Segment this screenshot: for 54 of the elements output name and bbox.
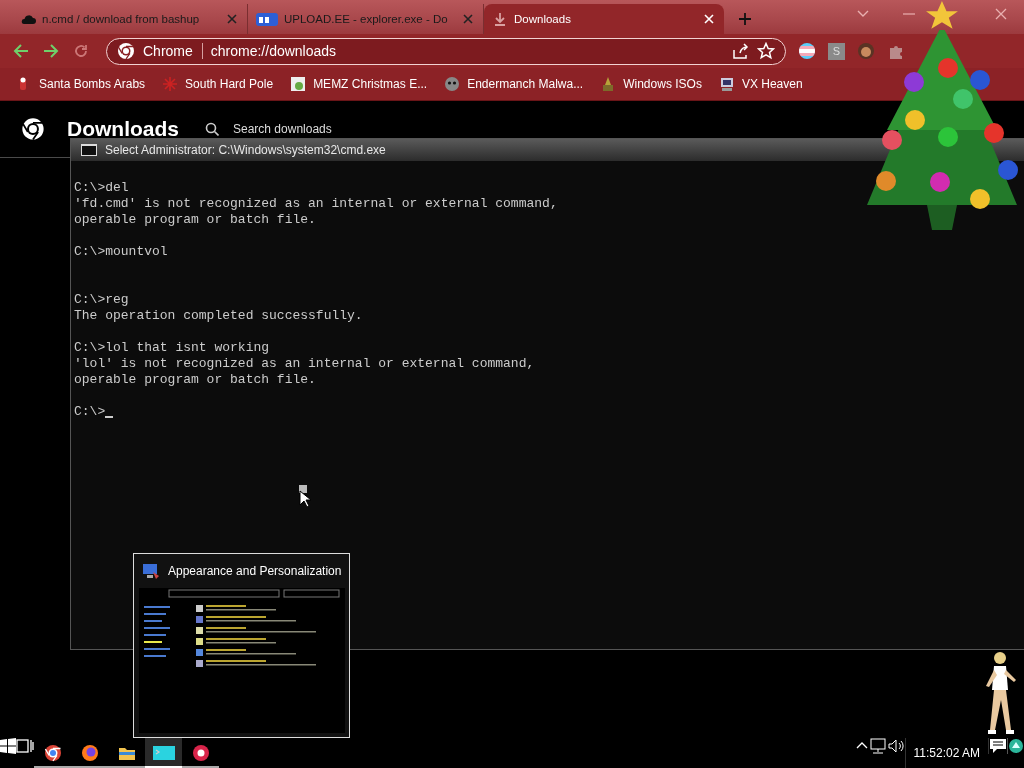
console-line: operable program or batch file. — [74, 372, 316, 388]
bookmark[interactable]: Endermanch Malwa... — [444, 76, 584, 92]
bookmark[interactable]: Santa Bombs Arabs — [16, 76, 146, 92]
search-field[interactable]: Search downloads — [231, 121, 435, 137]
chrome-logo-icon — [21, 117, 45, 141]
bookmark[interactable]: South Hard Pole — [162, 76, 274, 92]
share-icon[interactable] — [731, 42, 749, 60]
console-line: C:\> — [74, 404, 106, 420]
star-burst-icon — [162, 76, 179, 92]
windows-start-icon[interactable] — [0, 738, 16, 754]
console-line: 'fd.cmd' is not recognized as an internal or external command, — [74, 196, 558, 212]
image-icon — [290, 76, 307, 92]
terminal-icon — [81, 144, 97, 156]
close-icon[interactable] — [702, 12, 716, 26]
face-icon — [444, 76, 461, 92]
console-line: operable program or batch file. — [74, 212, 316, 228]
star-drawing — [926, 1, 958, 29]
bookmark[interactable]: VX Heaven — [718, 76, 803, 92]
mouse-pointer-icon — [298, 485, 312, 507]
flag-icon[interactable] — [798, 42, 816, 60]
site-logo-icon — [256, 11, 278, 27]
console-line: C:\>lol that isnt working — [74, 340, 270, 356]
reload-icon[interactable] — [72, 42, 90, 60]
back-icon[interactable] — [12, 42, 30, 60]
console-line: C:\>del — [74, 180, 129, 196]
terminal-icon — [152, 744, 175, 762]
console-line: The operation completed successfully. — [74, 308, 363, 324]
bookmark[interactable]: Windows ISOs — [600, 76, 702, 92]
search-icon — [205, 122, 219, 136]
console-line: C:\>reg — [74, 292, 129, 308]
firefox-icon — [80, 744, 99, 762]
notification-icon[interactable] — [988, 738, 1007, 754]
volume-icon[interactable] — [886, 738, 905, 754]
chrome-logo-icon — [117, 42, 135, 60]
download-icon — [492, 11, 508, 27]
app-icon — [191, 744, 210, 762]
bookmark[interactable]: MEMZ Christmas E... — [290, 76, 428, 92]
avatar-icon[interactable] — [857, 42, 875, 60]
task-view-icon[interactable] — [16, 738, 34, 754]
forward-icon[interactable] — [42, 42, 60, 60]
address-bar[interactable]: Chrome chrome://downloads — [106, 37, 786, 65]
network-icon[interactable] — [868, 738, 887, 754]
chrome-icon — [43, 744, 62, 762]
clock[interactable]: 11:52:02 AM — [904, 738, 988, 768]
new-tab-icon[interactable] — [738, 12, 752, 26]
browser-tab[interactable]: Downloads — [484, 4, 724, 34]
star-icon[interactable] — [757, 42, 775, 60]
app-icon[interactable] — [1007, 738, 1024, 754]
monitor-icon — [142, 562, 160, 580]
computer-icon — [718, 76, 735, 92]
console-line: C:\>mountvol — [74, 244, 168, 260]
console-line: 'lol' is not recognized as an internal or external command, — [74, 356, 535, 372]
taskbar-preview[interactable]: Appearance and Personalization — [133, 553, 350, 738]
page-title: Downloads — [67, 117, 179, 141]
